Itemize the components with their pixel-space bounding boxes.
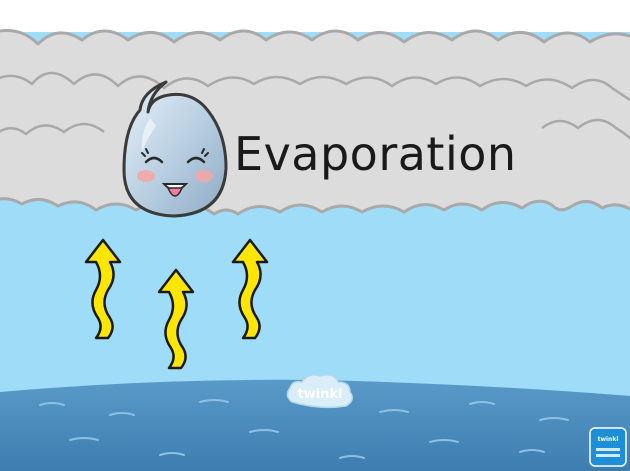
evaporation-slide: Evaporation twinkl twinkl — [0, 0, 630, 471]
twinkl-badge-text: twinkl — [597, 436, 619, 443]
twinkl-logo-text: twinkl — [297, 387, 343, 402]
top-strip — [0, 0, 630, 32]
slide-title: Evaporation — [234, 127, 517, 181]
cloud-band — [0, 29, 630, 216]
twinkl-badge-icon — [589, 427, 627, 467]
